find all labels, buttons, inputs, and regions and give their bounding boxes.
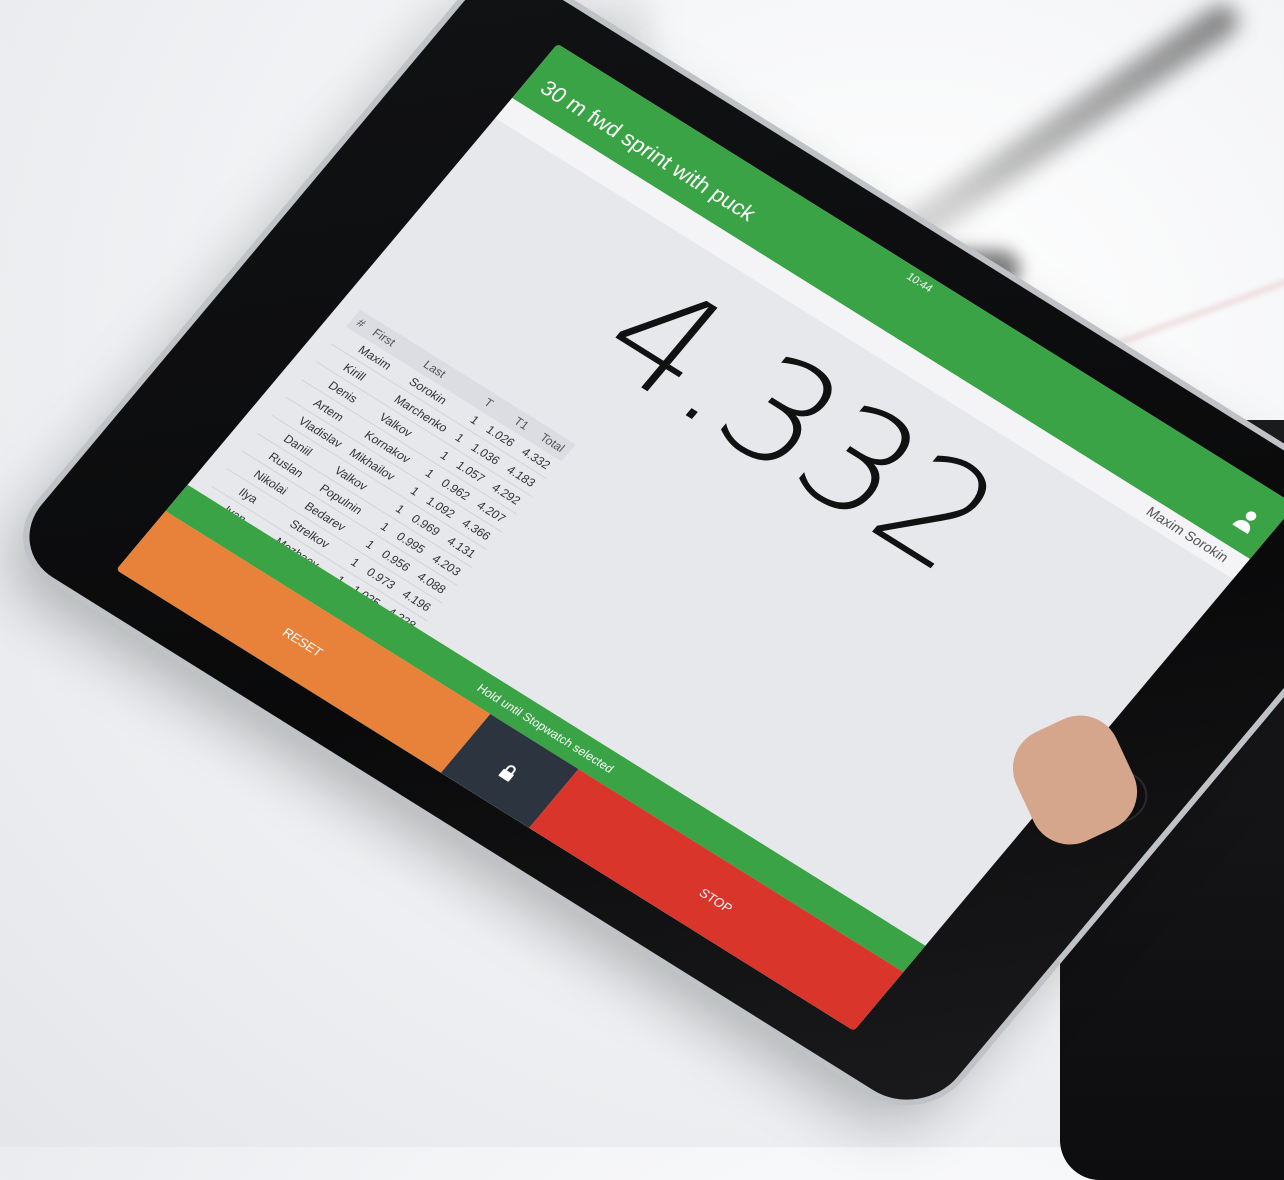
status-strip: Hold until Stopwatch selected (165, 484, 926, 973)
lock-icon (498, 764, 517, 782)
person-icon[interactable] (1229, 505, 1265, 537)
control-bar: Hold until Stopwatch selected RESET STOP (116, 484, 926, 1031)
